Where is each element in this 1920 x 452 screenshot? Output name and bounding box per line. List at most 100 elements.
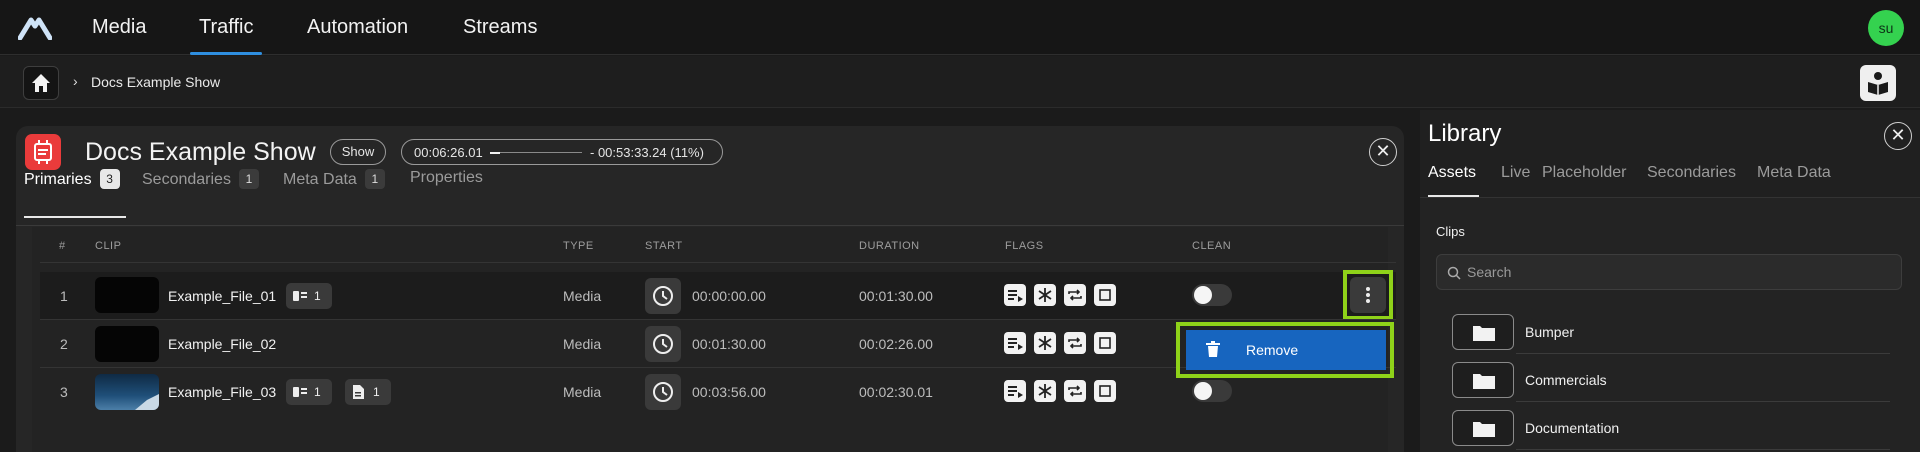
- clean-toggle[interactable]: [1192, 284, 1232, 306]
- reader-button[interactable]: [1860, 65, 1896, 101]
- home-button[interactable]: [23, 66, 59, 100]
- search-input[interactable]: [1467, 255, 1887, 289]
- nav-tab-traffic[interactable]: Traffic: [189, 0, 263, 55]
- app-logo-icon[interactable]: [17, 14, 53, 41]
- folder-name[interactable]: Documentation: [1525, 420, 1619, 436]
- document-chip[interactable]: 1: [345, 379, 391, 405]
- tab-properties[interactable]: Properties: [410, 169, 483, 187]
- close-library-button[interactable]: ✕: [1884, 122, 1912, 150]
- clip-thumbnail: [95, 277, 159, 313]
- folder-divider: [1516, 401, 1890, 402]
- freeze-flag-icon[interactable]: [1034, 380, 1056, 402]
- tab-secondaries[interactable]: Secondaries 1: [142, 169, 259, 189]
- col-header-start: START: [645, 240, 683, 252]
- col-header-flags: FLAGS: [1005, 240, 1044, 252]
- col-header-type: TYPE: [563, 240, 594, 252]
- repeat-flag-icon[interactable]: [1064, 284, 1086, 306]
- clock-icon: [653, 286, 673, 306]
- user-avatar[interactable]: su: [1868, 10, 1904, 46]
- col-header-num: #: [59, 240, 66, 252]
- show-timing-pill: 00:06:26.01 - 00:53:33.24 (11%): [401, 139, 723, 165]
- clock-button[interactable]: [645, 278, 681, 314]
- header-divider: [40, 262, 1396, 263]
- remove-menu-item[interactable]: Remove: [1246, 342, 1298, 358]
- repeat-flag-icon[interactable]: [1064, 380, 1086, 402]
- folder-button[interactable]: [1452, 314, 1514, 350]
- show-type-pill: Show: [330, 139, 386, 165]
- col-header-clean: CLEAN: [1192, 240, 1232, 252]
- clean-toggle[interactable]: [1192, 380, 1232, 402]
- square-flag-icon[interactable]: [1094, 284, 1116, 306]
- row-number: 2: [60, 336, 68, 352]
- clock-button[interactable]: [645, 326, 681, 362]
- library-tab-meta-data[interactable]: Meta Data: [1757, 164, 1831, 182]
- clip-thumbnail: [95, 374, 159, 410]
- timing-start: 00:06:26.01: [414, 145, 483, 160]
- tab-primaries[interactable]: Primaries 3: [24, 169, 120, 189]
- library-tab-assets[interactable]: Assets: [1428, 164, 1476, 182]
- timing-progress-fill: [490, 151, 501, 154]
- metadata-chip[interactable]: 1: [286, 283, 332, 309]
- folder-icon: [1473, 374, 1495, 389]
- row-number: 1: [60, 288, 68, 304]
- col-header-duration: DURATION: [859, 240, 920, 252]
- start-time: 00:00:00.00: [692, 288, 766, 304]
- folder-button[interactable]: [1452, 410, 1514, 446]
- nav-tab-streams[interactable]: Streams: [463, 0, 537, 55]
- clock-button[interactable]: [645, 374, 681, 410]
- close-show-button[interactable]: ✕: [1369, 138, 1397, 166]
- timing-progress-track: [490, 151, 582, 154]
- library-search: [1436, 254, 1902, 290]
- duration: 00:02:30.01: [859, 384, 933, 400]
- folder-button[interactable]: [1452, 362, 1514, 398]
- metadata-chip[interactable]: 1: [286, 379, 332, 405]
- clip-thumbnail: [95, 326, 159, 362]
- folder-divider: [1516, 449, 1890, 450]
- id-card-icon: [293, 387, 307, 397]
- start-time: 00:01:30.00: [692, 336, 766, 352]
- clips-section-label: Clips: [1436, 224, 1465, 239]
- playlist-flag-icon[interactable]: [1004, 332, 1026, 354]
- folder-icon: [1473, 422, 1495, 437]
- tab-divider: [16, 225, 1404, 226]
- library-tab-placeholder[interactable]: Placeholder: [1542, 164, 1627, 182]
- clip-name[interactable]: Example_File_01: [168, 288, 276, 304]
- tab-active-indicator: [24, 216, 126, 218]
- top-nav: Media Traffic Automation Streams su: [0, 0, 1920, 55]
- folder-name[interactable]: Commercials: [1525, 372, 1607, 388]
- search-icon: [1447, 266, 1461, 280]
- playlist-flag-icon[interactable]: [1004, 380, 1026, 402]
- freeze-flag-icon[interactable]: [1034, 332, 1056, 354]
- more-vertical-icon: [1366, 287, 1370, 303]
- repeat-flag-icon[interactable]: [1064, 332, 1086, 354]
- chevron-right-icon: ›: [73, 73, 78, 89]
- clip-type: Media: [563, 336, 602, 352]
- square-flag-icon[interactable]: [1094, 332, 1116, 354]
- library-tab-secondaries[interactable]: Secondaries: [1647, 164, 1736, 182]
- folder-icon: [1473, 326, 1495, 341]
- nav-tab-media[interactable]: Media: [92, 0, 146, 55]
- square-flag-icon[interactable]: [1094, 380, 1116, 402]
- library-title: Library: [1428, 120, 1502, 147]
- breadcrumb-current[interactable]: Docs Example Show: [91, 74, 220, 90]
- library-panel: Library ✕ Assets Live Placeholder Second…: [1420, 110, 1920, 452]
- library-tab-live[interactable]: Live: [1501, 164, 1530, 182]
- row-menu-button[interactable]: [1350, 277, 1386, 313]
- timing-end: - 00:53:33.24 (11%): [590, 145, 704, 160]
- id-card-icon: [293, 291, 307, 301]
- row-divider: [40, 319, 1396, 320]
- tab-meta-data[interactable]: Meta Data 1: [283, 169, 385, 189]
- duration: 00:02:26.00: [859, 336, 933, 352]
- nav-tab-automation[interactable]: Automation: [307, 0, 408, 55]
- show-icon: [25, 134, 61, 170]
- freeze-flag-icon[interactable]: [1034, 284, 1056, 306]
- col-header-clip: CLIP: [95, 240, 122, 252]
- folder-name[interactable]: Bumper: [1525, 324, 1574, 340]
- show-title: Docs Example Show: [85, 138, 316, 166]
- playlist-flag-icon[interactable]: [1004, 284, 1026, 306]
- clip-name[interactable]: Example_File_03: [168, 384, 276, 400]
- clip-type: Media: [563, 384, 602, 400]
- clock-icon: [653, 334, 673, 354]
- clip-name[interactable]: Example_File_02: [168, 336, 276, 352]
- row-context-menu: Remove: [1186, 330, 1386, 370]
